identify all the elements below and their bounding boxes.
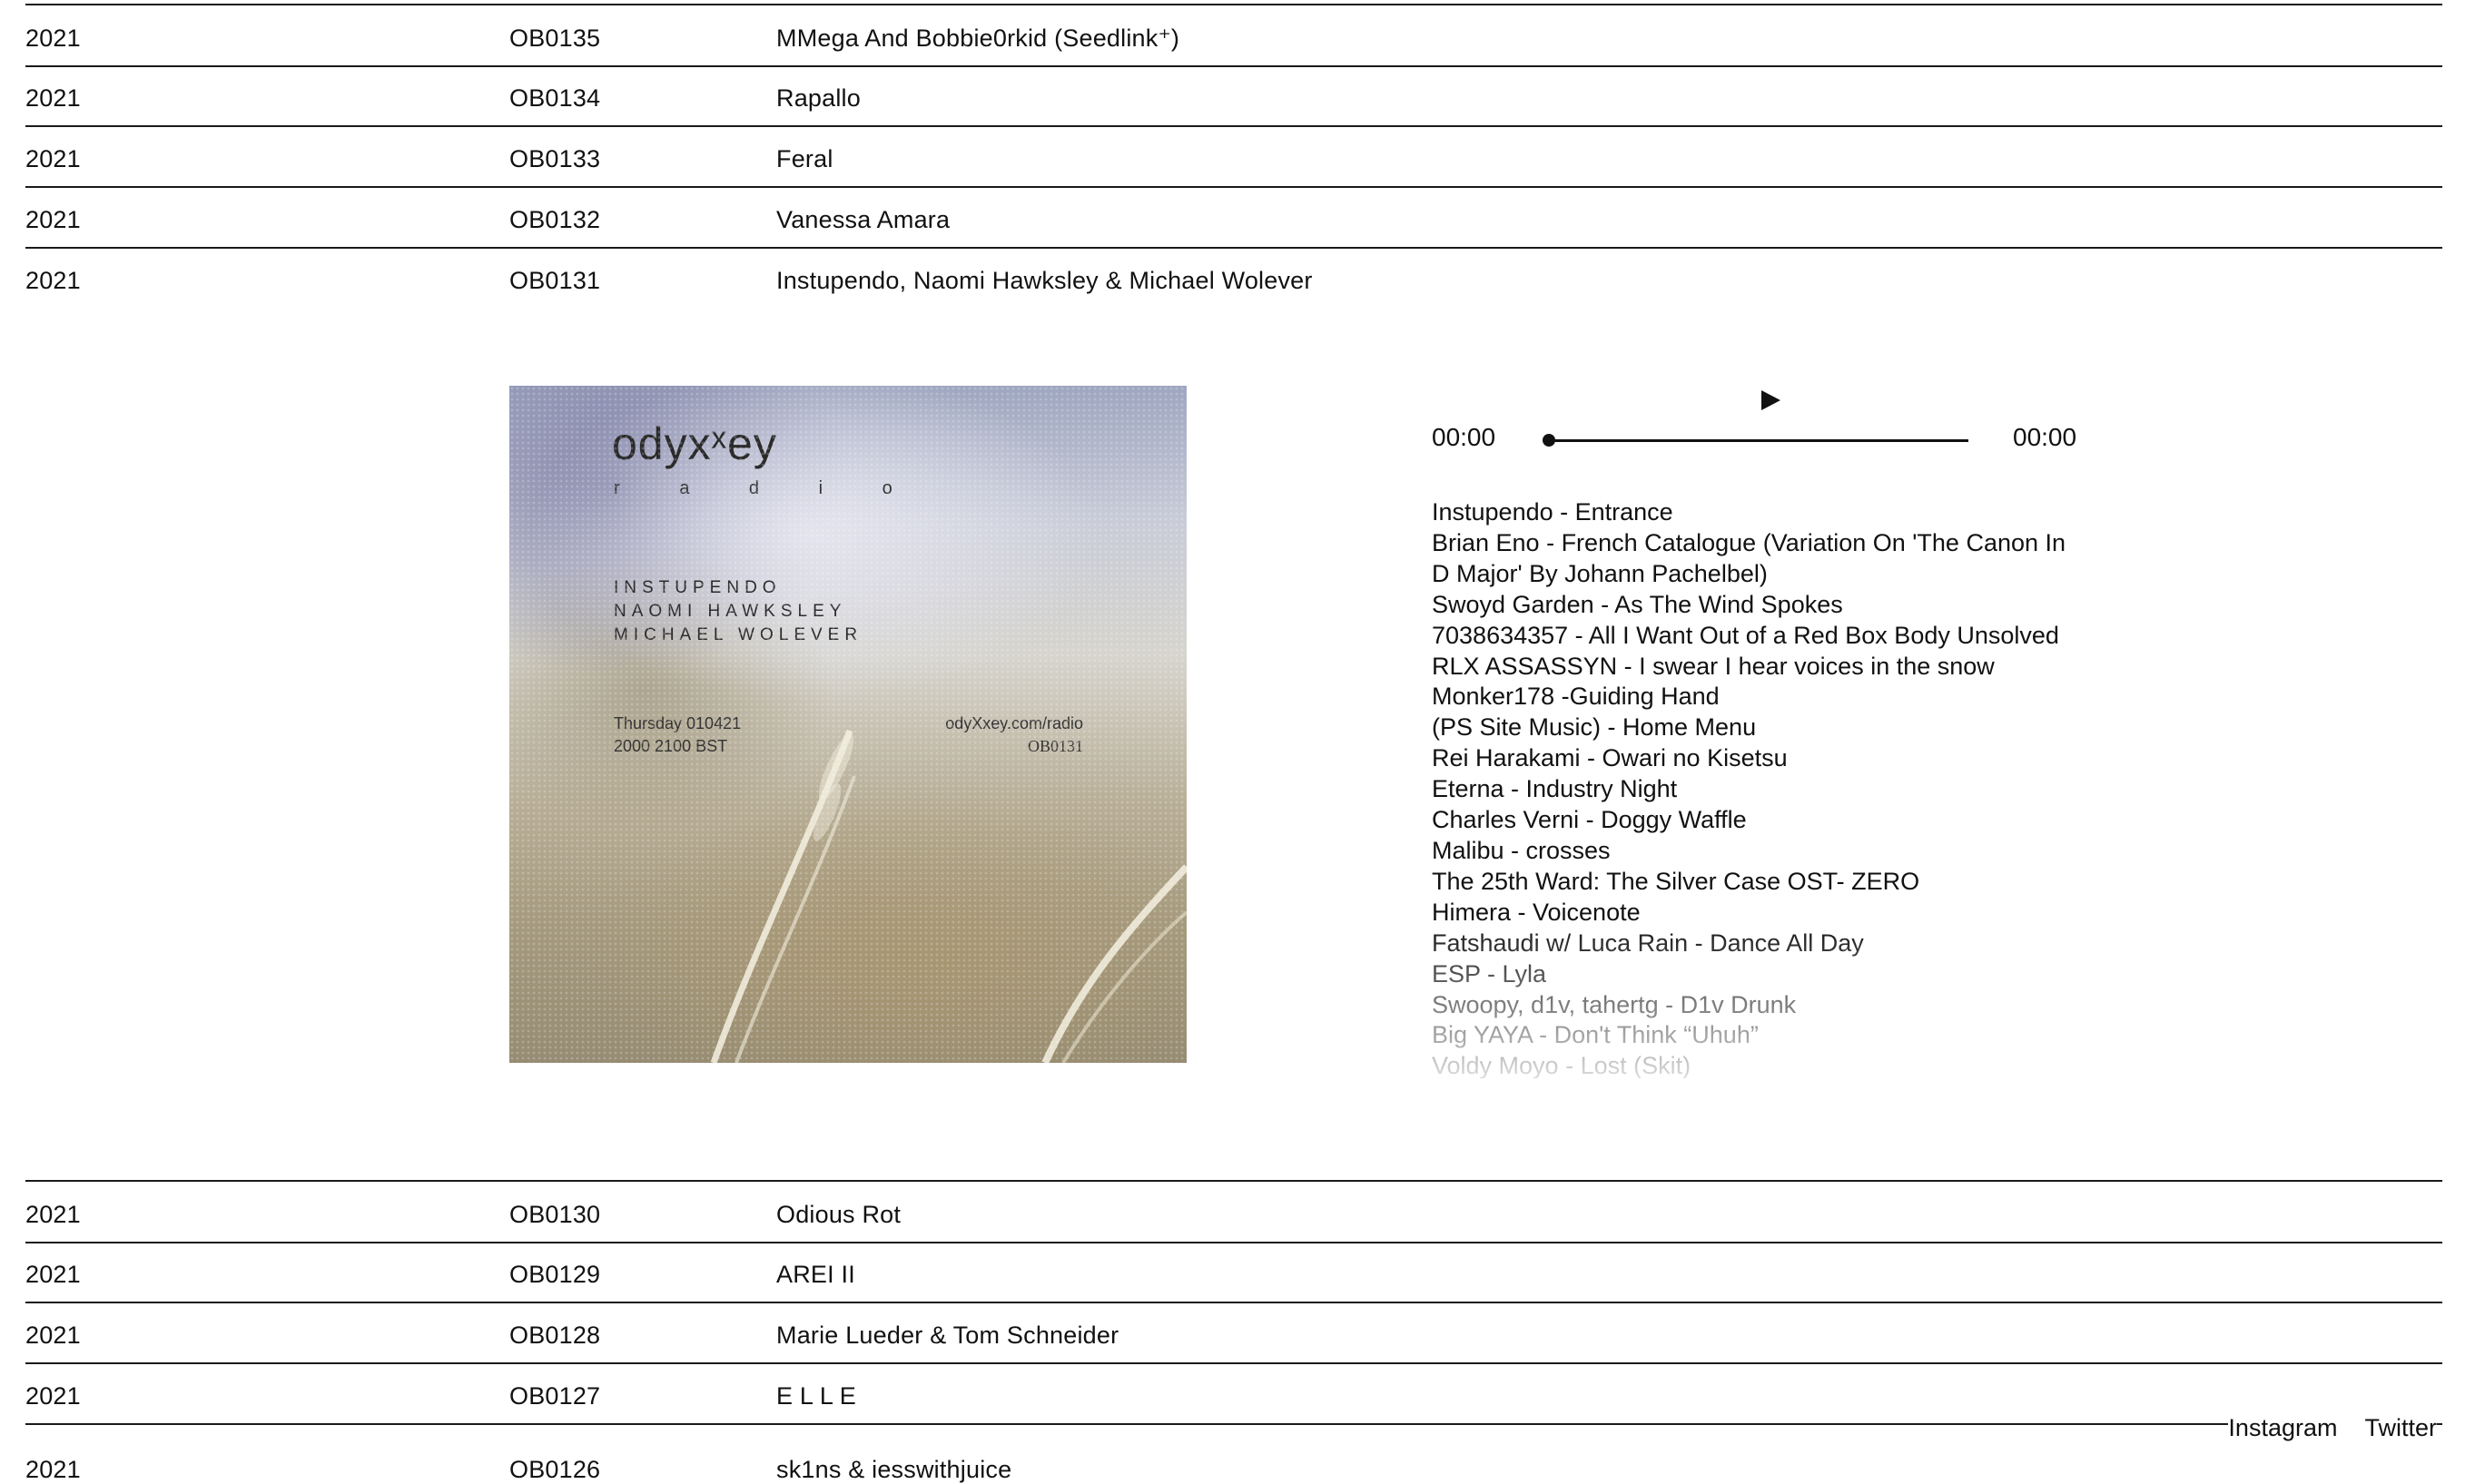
episode-title: AREI II [776, 1261, 855, 1288]
tracklist: Instupendo - Entrance Brian Eno - French… [1432, 497, 2086, 1078]
episode-title: sk1ns & iesswithjuice [776, 1456, 1012, 1483]
episode-row-ob0131-expanded[interactable]: 2021 OB0131 Instupendo, Naomi Hawksley &… [25, 248, 2442, 308]
episode-catalog: OB0134 [509, 84, 601, 112]
episode-row-ob0134[interactable]: 2021 OB0134 Rapallo [25, 65, 2442, 127]
episode-title: E L L E [776, 1382, 856, 1410]
twitter-link[interactable]: Twitter [2364, 1414, 2437, 1442]
episode-year: 2021 [25, 145, 81, 172]
play-icon [1761, 390, 1780, 410]
episode-year: 2021 [25, 1382, 81, 1410]
artwork-url: odyXxey.com/radio [945, 714, 1083, 732]
artwork-artist-names: INSTUPENDO NAOMI HAWKSLEY MICHAEL WOLEVE… [614, 576, 863, 647]
track-item: Fatshaudi w/ Luca Rain - Dance All Day [1432, 929, 1864, 957]
episode-catalog: OB0133 [509, 145, 601, 172]
track-item: The 25th Ward: The Silver Case OST- ZERO [1432, 867, 1920, 895]
episode-catalog: OB0131 [509, 267, 601, 294]
episode-catalog: OB0127 [509, 1382, 601, 1410]
episode-year: 2021 [25, 267, 81, 294]
episode-row-ob0129[interactable]: 2021 OB0129 AREI II [25, 1242, 2442, 1303]
track-item: ESP - Lyla [1432, 959, 1547, 988]
track-item: Swoyd Garden - As The Wind Spokes [1432, 590, 1843, 618]
track-item: Big YAYA - Don't Think “Uhuh” [1432, 1021, 1759, 1049]
episode-artwork: odyxˣey r a d i o INSTUPENDO NAOMI HAWKS… [509, 386, 1187, 1063]
episode-catalog: OB0132 [509, 206, 601, 233]
episode-catalog: OB0135 [509, 25, 601, 52]
episode-catalog: OB0126 [509, 1456, 601, 1483]
progress-slider[interactable] [1543, 434, 1968, 447]
episode-year: 2021 [25, 1322, 81, 1349]
episode-catalog: OB0130 [509, 1201, 601, 1228]
episode-title: Feral [776, 145, 833, 172]
episode-row-ob0133[interactable]: 2021 OB0133 Feral [25, 126, 2442, 188]
tracklist-scroll-area[interactable]: Instupendo - Entrance Brian Eno - French… [1432, 497, 2086, 1078]
track-item: Himera - Voicenote [1432, 898, 1641, 926]
social-links: Instagram Twitter [2228, 1414, 2437, 1442]
track-item: RLX ASSASSYN - I swear I hear voices in … [1432, 652, 1995, 680]
episode-row-ob0130[interactable]: 2021 OB0130 Odious Rot [25, 1180, 2442, 1243]
episode-title: Marie Lueder & Tom Schneider [776, 1322, 1119, 1349]
track-item: Eterna - Industry Night [1432, 775, 1678, 803]
track-item: Instupendo - Entrance [1432, 498, 1673, 526]
track-item: Rei Harakami - Owari no Kisetsu [1432, 744, 1788, 772]
episode-year: 2021 [25, 1456, 81, 1483]
episode-catalog: OB0129 [509, 1261, 601, 1288]
track-item: Brian Eno - French Catalogue (Variation … [1432, 528, 2066, 587]
artwork-name: INSTUPENDO [614, 578, 782, 597]
artwork-time-line: 2000 2100 BST [614, 737, 728, 755]
episode-title: Rapallo [776, 84, 861, 112]
artwork-name: NAOMI HAWKSLEY [614, 602, 847, 621]
episode-title: Vanessa Amara [776, 206, 951, 233]
artwork-catalog: OB0131 [1027, 737, 1083, 755]
artwork-date-line: Thursday 010421 [614, 714, 742, 732]
episode-row-ob0128[interactable]: 2021 OB0128 Marie Lueder & Tom Schneider [25, 1302, 2442, 1364]
progress-knob[interactable] [1543, 434, 1555, 447]
artwork-subtitle: r a d i o [614, 478, 920, 498]
instagram-link[interactable]: Instagram [2228, 1414, 2337, 1442]
track-item: Charles Verni - Doggy Waffle [1432, 806, 1747, 834]
episode-year: 2021 [25, 1261, 81, 1288]
track-item: (PS Site Music) - Home Menu [1432, 713, 1757, 742]
episode-row-ob0132[interactable]: 2021 OB0132 Vanessa Amara [25, 187, 2442, 249]
artwork-logo: odyxˣey [612, 418, 777, 469]
episode-title: MMega And Bobbie0rkid (Seedlink⁺) [776, 25, 1180, 52]
track-item: Voldy Moyo - Lost (Skit) [1432, 1052, 1691, 1078]
artwork-name: MICHAEL WOLEVER [614, 625, 863, 644]
episode-year: 2021 [25, 25, 81, 52]
play-button[interactable] [1759, 388, 1782, 412]
episode-row-ob0126[interactable]: 2021 OB0126 sk1ns & iesswithjuice [25, 1424, 2442, 1484]
episode-year: 2021 [25, 84, 81, 112]
total-time: 00:00 [2013, 423, 2077, 451]
current-time: 00:00 [1432, 423, 1496, 451]
episode-row-ob0135[interactable]: 2021 OB0135 MMega And Bobbie0rkid (Seedl… [25, 4, 2442, 67]
episode-title: Instupendo, Naomi Hawksley & Michael Wol… [776, 267, 1313, 294]
episode-title: Odious Rot [776, 1201, 902, 1228]
episode-catalog: OB0128 [509, 1322, 601, 1349]
artwork-date: Thursday 010421 2000 2100 BST [614, 713, 741, 758]
artwork-url-block: odyXxey.com/radio OB0131 [945, 713, 1083, 758]
track-item: 7038634357 - All I Want Out of a Red Box… [1432, 621, 2059, 649]
episode-year: 2021 [25, 1201, 81, 1228]
track-item: Malibu - crosses [1432, 836, 1611, 864]
episode-year: 2021 [25, 206, 81, 233]
episode-row-ob0127[interactable]: 2021 OB0127 E L L E [25, 1363, 2442, 1425]
track-item: Monker178 -Guiding Hand [1432, 683, 1720, 711]
track-item: Swoopy, d1v, tahertg - D1v Drunk [1432, 990, 1797, 1018]
